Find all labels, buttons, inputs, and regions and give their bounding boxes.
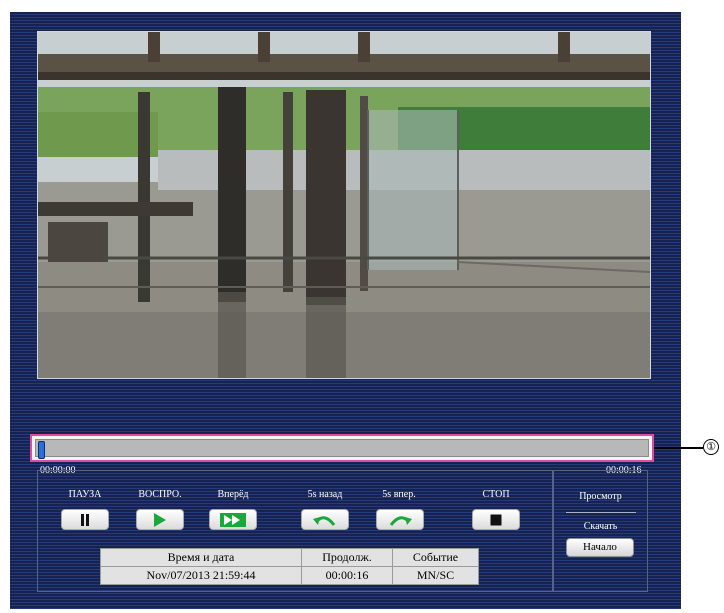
video-preview[interactable]	[37, 31, 651, 379]
play-label: ВОСПРО.	[138, 489, 182, 500]
fast-forward-button[interactable]	[209, 509, 257, 530]
recording-info-table: Время и дата Продолж. Событие Nov/07/201…	[100, 548, 479, 585]
cell-datetime: Nov/07/2013 21:59:44	[100, 566, 302, 585]
download-start-button[interactable]: Начало	[566, 538, 634, 557]
stop-button[interactable]	[472, 509, 520, 530]
pause-button[interactable]	[61, 509, 109, 530]
camera-frame-image	[38, 32, 650, 378]
forward-label: Вперёд	[217, 489, 249, 500]
fwd5-label: 5s впер.	[382, 489, 416, 500]
forward-arrow-icon	[389, 515, 412, 526]
skip-back-5s-button[interactable]	[301, 509, 349, 530]
table-row: Nov/07/2013 21:59:44 00:00:16 MN/SC	[100, 566, 479, 585]
stop-icon	[490, 514, 502, 525]
side-divider	[566, 512, 636, 513]
rewind-arrow-icon	[313, 515, 336, 526]
pause-icon	[81, 513, 89, 526]
cell-event: MN/SC	[392, 566, 479, 585]
stop-label: СТОП	[482, 489, 510, 500]
download-label: Скачать	[583, 521, 618, 532]
timeline-handle[interactable]	[38, 441, 45, 459]
back5-label: 5s назад	[307, 489, 343, 500]
timeline-slider[interactable]	[30, 434, 654, 462]
play-button[interactable]	[136, 509, 184, 530]
header-datetime: Время и дата	[100, 548, 302, 567]
pause-label: ПАУЗА	[68, 489, 102, 500]
callout-marker: ①	[703, 439, 719, 455]
skip-forward-5s-button[interactable]	[376, 509, 424, 530]
callout-line	[654, 447, 703, 449]
header-duration: Продолж.	[301, 548, 393, 567]
view-link[interactable]: Просмотр	[553, 491, 648, 502]
timeline-track[interactable]	[35, 439, 649, 457]
fast-forward-icon	[220, 512, 246, 527]
play-icon	[154, 512, 166, 527]
cell-duration: 00:00:16	[301, 566, 393, 585]
table-header-row: Время и дата Продолж. Событие	[100, 548, 479, 567]
header-event: Событие	[392, 548, 479, 567]
